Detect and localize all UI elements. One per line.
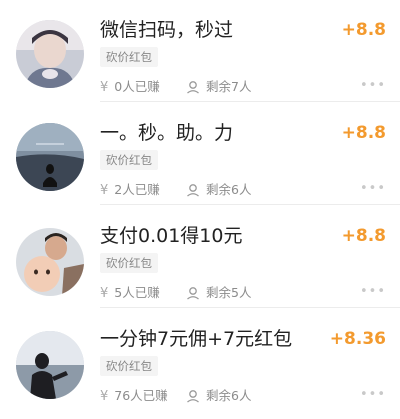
- task-item[interactable]: 一。秒。助。力 +8.8 砍价红包 ¥2人已赚 剩余6人 •••: [0, 103, 400, 205]
- remaining-count: 剩余6人: [206, 388, 252, 403]
- reward-amount: +8.8: [341, 226, 386, 246]
- remaining-count: 剩余5人: [206, 285, 252, 300]
- task-tag: 砍价红包: [100, 356, 158, 376]
- yuan-icon: ¥: [100, 286, 109, 301]
- task-tag: 砍价红包: [100, 47, 158, 67]
- earned-info: ¥76人已赚: [100, 387, 168, 406]
- avatar: [16, 20, 84, 88]
- earned-count: 76人已赚: [114, 388, 168, 403]
- earned-count: 5人已赚: [114, 285, 160, 300]
- avatar-image: [16, 228, 84, 296]
- remaining-info: 剩余5人: [186, 284, 251, 302]
- avatar-image: [16, 20, 84, 88]
- person-icon: [187, 81, 199, 94]
- task-title: 支付0.01得10元: [100, 225, 243, 247]
- yuan-icon: ¥: [100, 80, 109, 95]
- avatar-image: [16, 331, 84, 399]
- divider: [100, 101, 400, 102]
- task-item[interactable]: 微信扫码，秒过 +8.8 砍价红包 ¥0人已赚 剩余7人 •••: [0, 0, 400, 102]
- reward-amount: +8.36: [329, 329, 386, 349]
- yuan-icon: ¥: [100, 389, 109, 404]
- more-icon[interactable]: •••: [360, 182, 386, 195]
- avatar: [16, 228, 84, 296]
- avatar-image: [16, 123, 84, 191]
- person-icon: [187, 390, 199, 403]
- person-icon: [187, 184, 199, 197]
- more-icon[interactable]: •••: [360, 285, 386, 298]
- earned-info: ¥2人已赚: [100, 181, 160, 200]
- task-item[interactable]: 支付0.01得10元 +8.8 砍价红包 ¥5人已赚 剩余5人 •••: [0, 206, 400, 308]
- remaining-info: 剩余6人: [186, 387, 251, 405]
- remaining-info: 剩余6人: [186, 181, 251, 199]
- task-item[interactable]: 一分钟7元佣+7元红包 +8.36 砍价红包 ¥76人已赚 剩余6人 •••: [0, 309, 400, 411]
- yuan-icon: ¥: [100, 183, 109, 198]
- earned-count: 0人已赚: [114, 79, 160, 94]
- person-icon: [187, 287, 199, 300]
- earned-info: ¥0人已赚: [100, 78, 160, 97]
- more-icon[interactable]: •••: [360, 79, 386, 92]
- avatar: [16, 123, 84, 191]
- task-title: 微信扫码，秒过: [100, 19, 234, 41]
- remaining-info: 剩余7人: [186, 78, 251, 96]
- task-list: 微信扫码，秒过 +8.8 砍价红包 ¥0人已赚 剩余7人 ••• 一。秒。助。力…: [0, 0, 400, 419]
- reward-amount: +8.8: [341, 123, 386, 143]
- divider: [100, 204, 400, 205]
- earned-count: 2人已赚: [114, 182, 160, 197]
- task-title: 一。秒。助。力: [100, 122, 234, 144]
- earned-info: ¥5人已赚: [100, 284, 160, 303]
- avatar: [16, 331, 84, 399]
- reward-amount: +8.8: [341, 20, 386, 40]
- task-title: 一分钟7元佣+7元红包: [100, 328, 293, 350]
- more-icon[interactable]: •••: [360, 388, 386, 401]
- divider: [100, 307, 400, 308]
- remaining-count: 剩余6人: [206, 182, 252, 197]
- remaining-count: 剩余7人: [206, 79, 252, 94]
- task-tag: 砍价红包: [100, 253, 158, 273]
- task-tag: 砍价红包: [100, 150, 158, 170]
